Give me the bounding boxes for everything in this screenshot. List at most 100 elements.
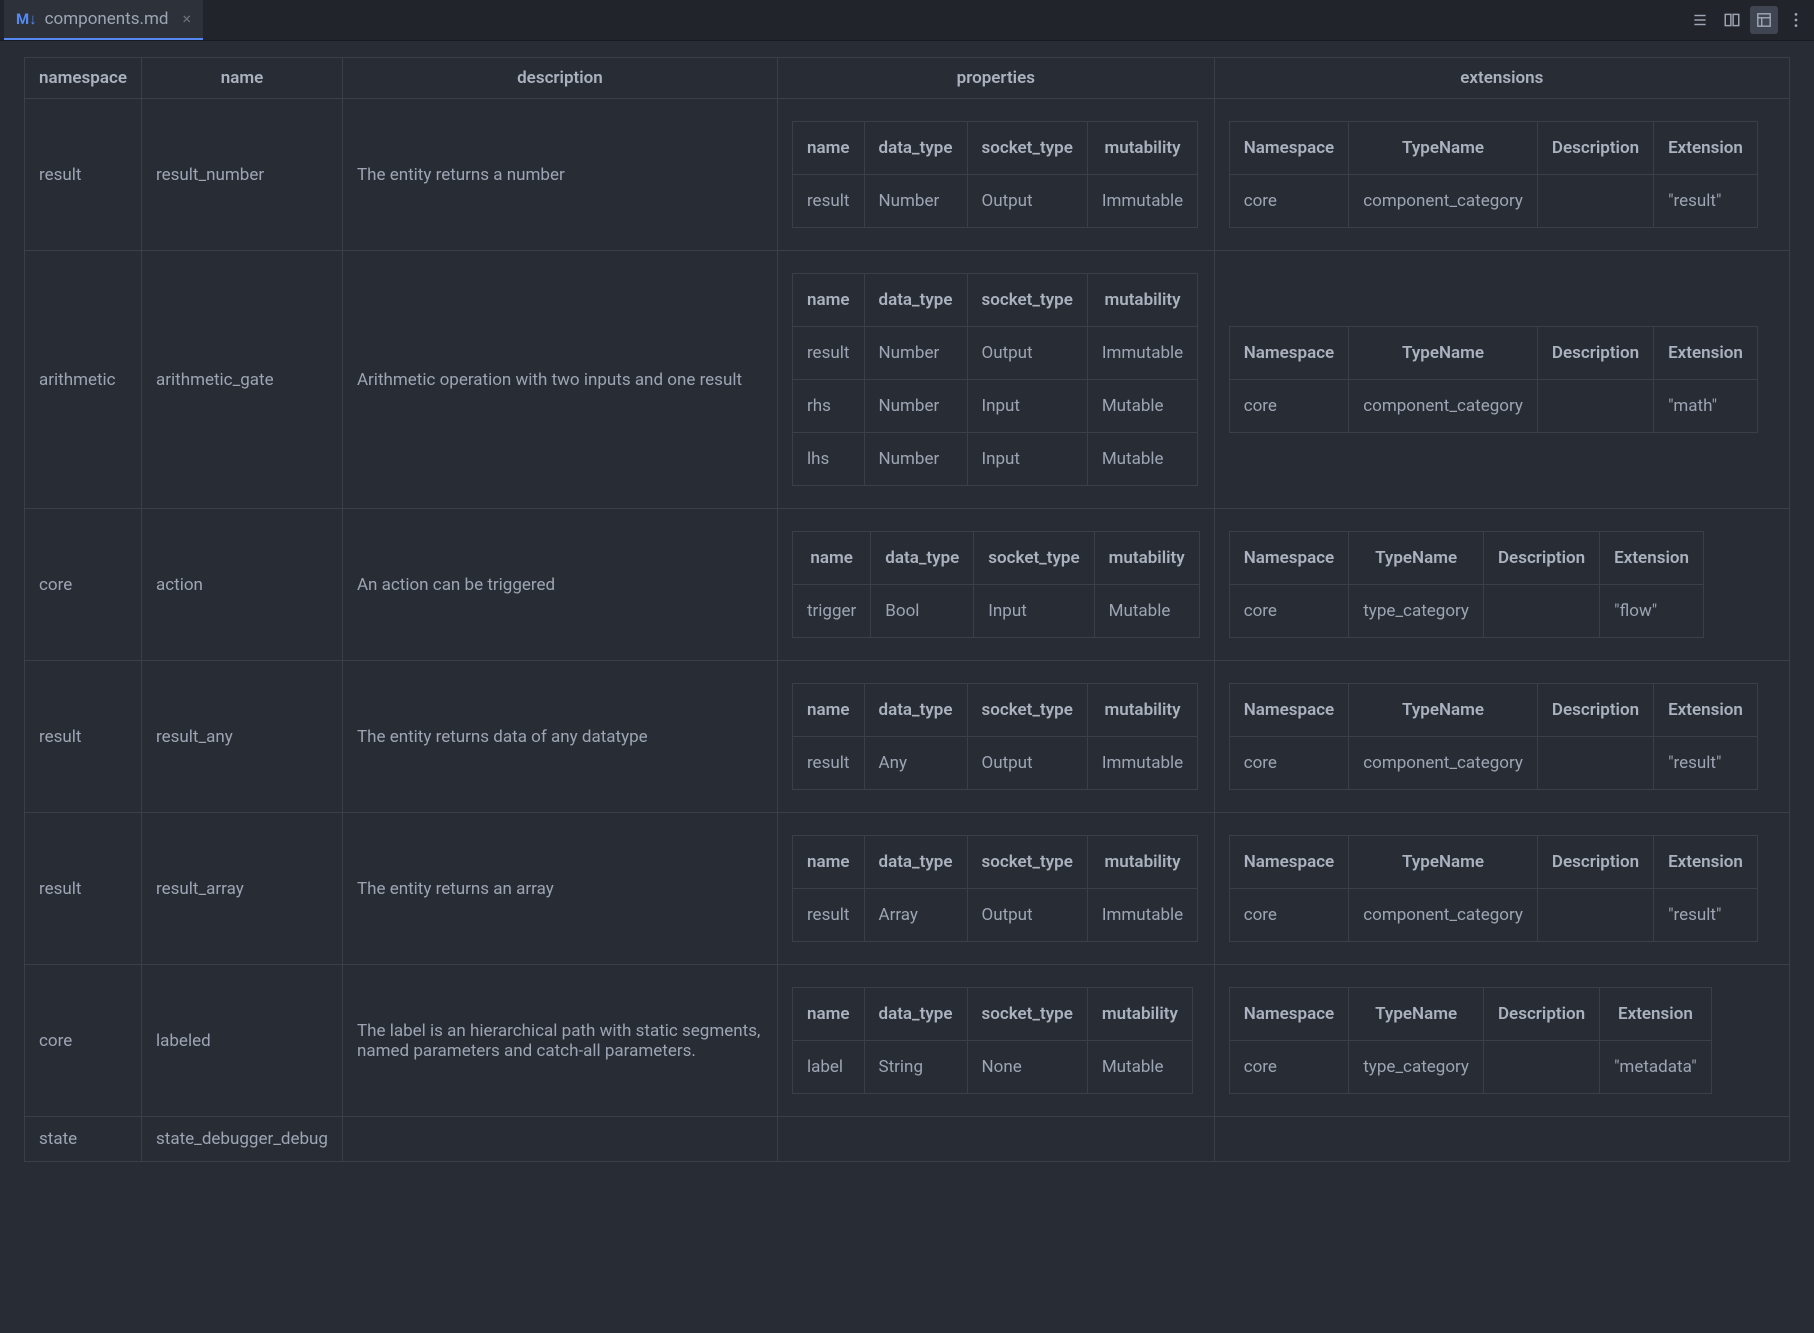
extensions-table: NamespaceTypeNameDescriptionExtensioncor… [1229, 531, 1704, 638]
prop-cell-name: result [792, 737, 864, 790]
prop-cell-name: label [792, 1041, 864, 1094]
prop-col-mutability: mutability [1087, 988, 1192, 1041]
ext-cell-typename: component_category [1349, 737, 1538, 790]
prop-cell-mutability: Mutable [1087, 380, 1197, 433]
prop-cell-mutability: Immutable [1087, 737, 1197, 790]
tab-components-md[interactable]: M↓ components.md × [4, 0, 203, 40]
prop-col-data_type: data_type [864, 836, 967, 889]
cell-name: state_debugger_debug [142, 1117, 343, 1162]
more-icon[interactable] [1782, 6, 1810, 34]
ext-row: corecomponent_category"math" [1229, 380, 1757, 433]
prop-col-socket_type: socket_type [967, 122, 1087, 175]
split-view-icon[interactable] [1718, 6, 1746, 34]
prop-cell-data_type: Number [864, 327, 967, 380]
ext-row: corecomponent_category"result" [1229, 889, 1757, 942]
ext-col-typename: TypeName [1349, 327, 1538, 380]
cell-extensions: NamespaceTypeNameDescriptionExtensioncor… [1214, 965, 1789, 1117]
prop-cell-name: result [792, 327, 864, 380]
close-icon[interactable]: × [183, 11, 192, 27]
table-row: resultresult_anyThe entity returns data … [25, 661, 1790, 813]
ext-cell-namespace: core [1229, 175, 1349, 228]
prop-col-socket_type: socket_type [967, 684, 1087, 737]
cell-properties: namedata_typesocket_typemutabilityresult… [777, 99, 1214, 251]
preview-icon[interactable] [1750, 6, 1778, 34]
col-description: description [342, 58, 777, 99]
extensions-table: NamespaceTypeNameDescriptionExtensioncor… [1229, 326, 1758, 433]
table-header-row: namespace name description properties ex… [25, 58, 1790, 99]
ext-cell-extension: "metadata" [1600, 1041, 1712, 1094]
outline-icon[interactable] [1686, 6, 1714, 34]
prop-cell-mutability: Mutable [1087, 1041, 1192, 1094]
ext-cell-description [1537, 380, 1653, 433]
prop-col-name: name [792, 836, 864, 889]
ext-col-typename: TypeName [1349, 532, 1484, 585]
extensions-table: NamespaceTypeNameDescriptionExtensioncor… [1229, 835, 1758, 942]
prop-cell-socket_type: Output [967, 175, 1087, 228]
ext-col-namespace: Namespace [1229, 532, 1349, 585]
prop-col-data_type: data_type [864, 684, 967, 737]
properties-table: namedata_typesocket_typemutabilityresult… [792, 835, 1198, 942]
table-row: resultresult_numberThe entity returns a … [25, 99, 1790, 251]
ext-cell-namespace: core [1229, 1041, 1349, 1094]
prop-cell-data_type: Number [864, 433, 967, 486]
col-name: name [142, 58, 343, 99]
tab-group: M↓ components.md × [0, 0, 203, 40]
ext-cell-typename: type_category [1349, 1041, 1484, 1094]
components-table: namespace name description properties ex… [24, 57, 1790, 1162]
cell-namespace: core [25, 965, 142, 1117]
ext-cell-extension: "result" [1654, 889, 1758, 942]
cell-extensions: NamespaceTypeNameDescriptionExtensioncor… [1214, 509, 1789, 661]
cell-description: The entity returns a number [342, 99, 777, 251]
properties-table: namedata_typesocket_typemutabilityresult… [792, 273, 1198, 486]
prop-cell-mutability: Mutable [1094, 585, 1199, 638]
prop-col-socket_type: socket_type [974, 532, 1094, 585]
col-properties: properties [777, 58, 1214, 99]
ext-col-extension: Extension [1654, 122, 1758, 175]
prop-cell-name: lhs [792, 433, 864, 486]
cell-properties: namedata_typesocket_typemutabilitylabelS… [777, 965, 1214, 1117]
prop-cell-socket_type: Input [967, 380, 1087, 433]
prop-cell-data_type: Number [864, 175, 967, 228]
markdown-icon: M↓ [16, 10, 37, 28]
ext-cell-extension: "flow" [1600, 585, 1704, 638]
ext-col-typename: TypeName [1349, 122, 1538, 175]
cell-description: An action can be triggered [342, 509, 777, 661]
ext-col-typename: TypeName [1349, 684, 1538, 737]
ext-col-extension: Extension [1654, 327, 1758, 380]
ext-cell-typename: component_category [1349, 380, 1538, 433]
prop-row: rhsNumberInputMutable [792, 380, 1197, 433]
ext-col-description: Description [1537, 122, 1653, 175]
table-row: statestate_debugger_debug [25, 1117, 1790, 1162]
extensions-table: NamespaceTypeNameDescriptionExtensioncor… [1229, 987, 1712, 1094]
cell-properties: namedata_typesocket_typemutabilityresult… [777, 251, 1214, 509]
prop-cell-socket_type: Input [974, 585, 1094, 638]
cell-namespace: result [25, 661, 142, 813]
prop-row: resultAnyOutputImmutable [792, 737, 1197, 790]
cell-namespace: core [25, 509, 142, 661]
content-area: namespace name description properties ex… [0, 41, 1814, 1333]
prop-cell-name: result [792, 889, 864, 942]
cell-properties: namedata_typesocket_typemutabilitytrigge… [777, 509, 1214, 661]
ext-cell-namespace: core [1229, 380, 1349, 433]
cell-extensions: NamespaceTypeNameDescriptionExtensioncor… [1214, 813, 1789, 965]
cell-properties: namedata_typesocket_typemutabilityresult… [777, 813, 1214, 965]
prop-cell-data_type: Bool [871, 585, 974, 638]
prop-col-socket_type: socket_type [967, 836, 1087, 889]
ext-col-namespace: Namespace [1229, 327, 1349, 380]
ext-col-extension: Extension [1654, 684, 1758, 737]
ext-col-namespace: Namespace [1229, 988, 1349, 1041]
properties-table: namedata_typesocket_typemutabilitylabelS… [792, 987, 1193, 1094]
properties-table: namedata_typesocket_typemutabilitytrigge… [792, 531, 1200, 638]
ext-row: coretype_category "metadata" [1229, 1041, 1711, 1094]
ext-cell-description [1483, 1041, 1599, 1094]
cell-description: Arithmetic operation with two inputs and… [342, 251, 777, 509]
ext-cell-namespace: core [1229, 889, 1349, 942]
extensions-table: NamespaceTypeNameDescriptionExtensioncor… [1229, 121, 1758, 228]
ext-cell-description [1537, 889, 1653, 942]
prop-row: resultArrayOutputImmutable [792, 889, 1197, 942]
cell-description: The entity returns data of any datatype [342, 661, 777, 813]
prop-cell-socket_type: Output [967, 737, 1087, 790]
table-row: resultresult_arrayThe entity returns an … [25, 813, 1790, 965]
prop-col-name: name [792, 122, 864, 175]
prop-cell-name: trigger [792, 585, 870, 638]
